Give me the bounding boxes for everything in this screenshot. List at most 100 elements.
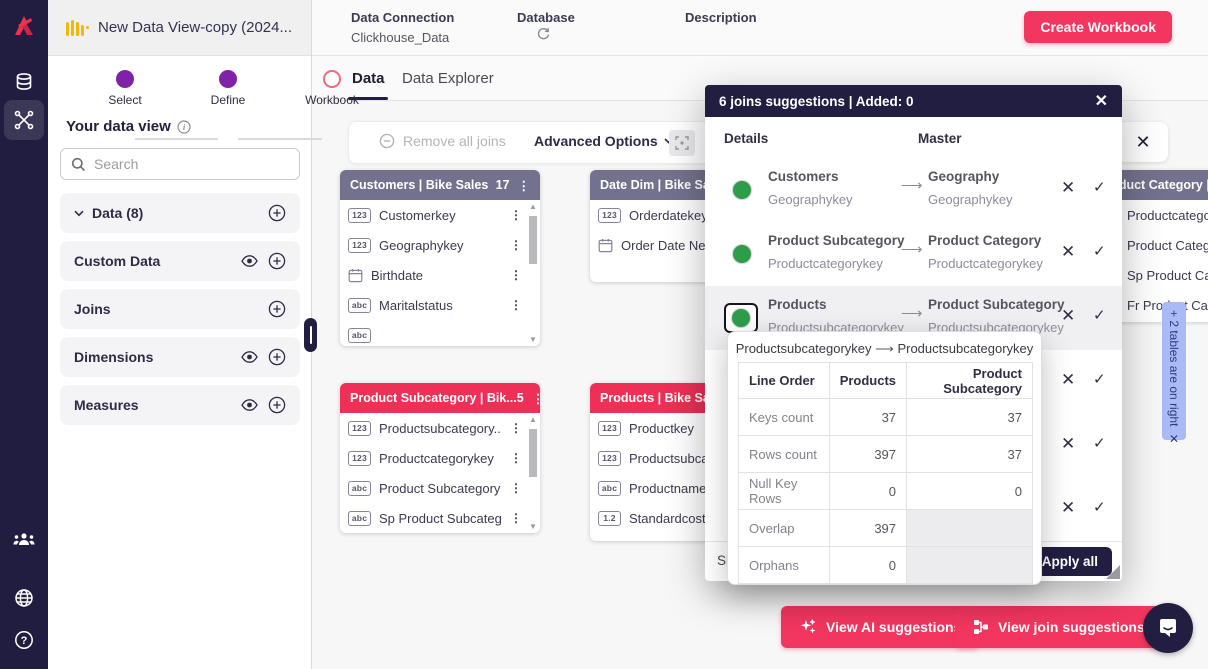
table-card-customers: Customers | Bike Sales17⋮123Customerkey⋮… — [340, 170, 540, 346]
sidebar-item-joins[interactable]: Joins — [60, 289, 300, 329]
card-scrollbar[interactable]: ▲▼ — [528, 204, 538, 342]
scroll-up-icon[interactable]: ▲ — [528, 415, 538, 424]
rail-team-nav[interactable] — [0, 520, 48, 560]
tab-data[interactable]: Data — [352, 70, 385, 87]
field-kebab-icon[interactable]: ⋮ — [510, 421, 522, 435]
tab-data-explorer[interactable]: Data Explorer — [402, 70, 494, 87]
field-row[interactable]: abcProduct Subcategory⋮ — [340, 473, 540, 503]
field-row[interactable]: 123Productsubcategory...⋮ — [340, 413, 540, 443]
accept-join-icon[interactable]: ✓ — [1093, 178, 1106, 196]
step-circle-define[interactable] — [219, 70, 237, 88]
toggle-visibility-button[interactable] — [241, 255, 258, 267]
field-kebab-icon[interactable]: ⋮ — [510, 451, 522, 465]
accept-join-icon[interactable]: ✓ — [1093, 498, 1106, 516]
reject-join-icon[interactable]: ✕ — [1061, 370, 1075, 390]
close-suggestions-panel-button[interactable]: ✕ — [1118, 122, 1168, 162]
field-kebab-icon[interactable]: ⋮ — [510, 298, 522, 312]
field-row[interactable]: abcSp Product Subcateg...⋮ — [340, 503, 540, 533]
toggle-visibility-button[interactable] — [241, 351, 258, 363]
field-kebab-icon[interactable]: ⋮ — [510, 208, 522, 222]
detail-key: Productcategorykey — [768, 256, 883, 271]
field-kebab-icon[interactable]: ⋮ — [510, 238, 522, 252]
sidebar-item-custom-data[interactable]: Custom Data — [60, 241, 300, 281]
master-key: Geographykey — [928, 192, 1013, 207]
plus-icon — [268, 348, 286, 366]
view-join-suggestions-button[interactable]: View join suggestions — [955, 606, 1163, 648]
left-rail: ? — [0, 0, 48, 669]
view-ai-suggestions-button[interactable]: View AI suggestions — [781, 606, 979, 648]
kebab-menu-icon[interactable]: ⋮ — [532, 391, 540, 406]
reject-join-icon[interactable]: ✕ — [1061, 178, 1075, 198]
scroll-down-icon[interactable]: ▼ — [528, 335, 538, 344]
search-input[interactable] — [94, 156, 264, 172]
field-row[interactable]: Birthdate⋮ — [340, 260, 540, 290]
join-status-dot — [733, 245, 751, 263]
field-row[interactable]: 123Customerkey⋮ — [340, 200, 540, 230]
stats-cell: 397 — [829, 436, 906, 473]
rail-help-nav[interactable]: ? — [0, 620, 48, 660]
panel-resize-handle[interactable] — [304, 318, 317, 352]
modal-close-icon[interactable]: ✕ — [1095, 91, 1108, 111]
scroll-up-icon[interactable]: ▲ — [528, 202, 538, 211]
table-card-header[interactable]: Product Subcategory | Bik...5⋮ — [340, 383, 540, 413]
tables-overflow-badge[interactable]: + 2 tables are on right ✕ — [1162, 302, 1186, 440]
field-kebab-icon[interactable]: ⋮ — [510, 511, 522, 525]
stats-column-header: Product Subcategory — [907, 363, 1033, 399]
fit-view-button[interactable] — [669, 130, 695, 156]
field-row[interactable]: abc — [340, 320, 540, 346]
database-icon — [14, 72, 34, 92]
step-circle-select[interactable] — [116, 70, 134, 88]
section-label: Dimensions — [74, 349, 153, 365]
accept-join-icon[interactable]: ✓ — [1093, 242, 1106, 260]
sidebar-item-dimensions[interactable]: Dimensions — [60, 337, 300, 377]
stats-row: Rows count39737 — [739, 436, 1033, 473]
scrollbar-thumb[interactable] — [529, 216, 537, 264]
text-type-icon: abc — [348, 328, 371, 343]
advanced-options-button[interactable]: Advanced Options — [534, 133, 673, 149]
field-row[interactable]: 123Productcategorykey⋮ — [340, 443, 540, 473]
add-button[interactable] — [268, 396, 286, 414]
accept-join-icon[interactable]: ✓ — [1093, 370, 1106, 388]
reject-join-icon[interactable]: ✕ — [1061, 434, 1075, 454]
field-row[interactable]: 123Geographykey⋮ — [340, 230, 540, 260]
scroll-down-icon[interactable]: ▼ — [528, 522, 538, 531]
add-button[interactable] — [268, 204, 286, 222]
field-name: Geographykey — [379, 238, 502, 253]
field-kebab-icon[interactable]: ⋮ — [510, 481, 522, 495]
add-button[interactable] — [268, 252, 286, 270]
scrollbar-thumb[interactable] — [529, 429, 537, 477]
rail-joins-nav[interactable] — [0, 100, 48, 140]
sidebar-item-measures[interactable]: Measures — [60, 385, 300, 425]
numeric-type-icon: 123 — [598, 451, 621, 466]
overflow-badge-close-icon[interactable]: ✕ — [1169, 432, 1179, 446]
remove-all-joins-label: Remove all joins — [403, 133, 506, 149]
remove-all-joins-button[interactable]: Remove all joins — [379, 133, 506, 149]
calendar-icon — [348, 268, 363, 283]
reject-join-icon[interactable]: ✕ — [1061, 498, 1075, 518]
reject-join-icon[interactable]: ✕ — [1061, 242, 1075, 262]
accept-join-icon[interactable]: ✓ — [1093, 306, 1106, 324]
reject-join-icon[interactable]: ✕ — [1061, 306, 1075, 326]
card-scrollbar[interactable]: ▲▼ — [528, 417, 538, 529]
help-icon: ? — [14, 630, 34, 650]
field-kebab-icon[interactable]: ⋮ — [510, 268, 522, 282]
table-card-header[interactable]: Customers | Bike Sales17⋮ — [340, 170, 540, 200]
chat-support-button[interactable] — [1143, 603, 1193, 653]
refresh-icon[interactable] — [537, 27, 550, 40]
stepper-connector — [135, 138, 218, 140]
add-button[interactable] — [268, 300, 286, 318]
field-row[interactable]: abcMaritalstatus⋮ — [340, 290, 540, 320]
app-logo[interactable] — [0, 8, 48, 44]
field-name: Maritalstatus — [379, 298, 502, 313]
sidebar-item-data-8[interactable]: Data (8) — [60, 193, 300, 233]
rail-globe-nav[interactable] — [0, 578, 48, 618]
rail-database-nav[interactable] — [0, 62, 48, 102]
accept-join-icon[interactable]: ✓ — [1093, 434, 1106, 452]
modal-resize-handle[interactable] — [1106, 565, 1120, 579]
add-button[interactable] — [268, 348, 286, 366]
toggle-visibility-button[interactable] — [241, 399, 258, 411]
create-workbook-button[interactable]: Create Workbook — [1024, 11, 1172, 43]
step-circle-workbook[interactable] — [323, 70, 341, 88]
close-icon: ✕ — [1135, 132, 1150, 153]
kebab-menu-icon[interactable]: ⋮ — [518, 178, 531, 193]
